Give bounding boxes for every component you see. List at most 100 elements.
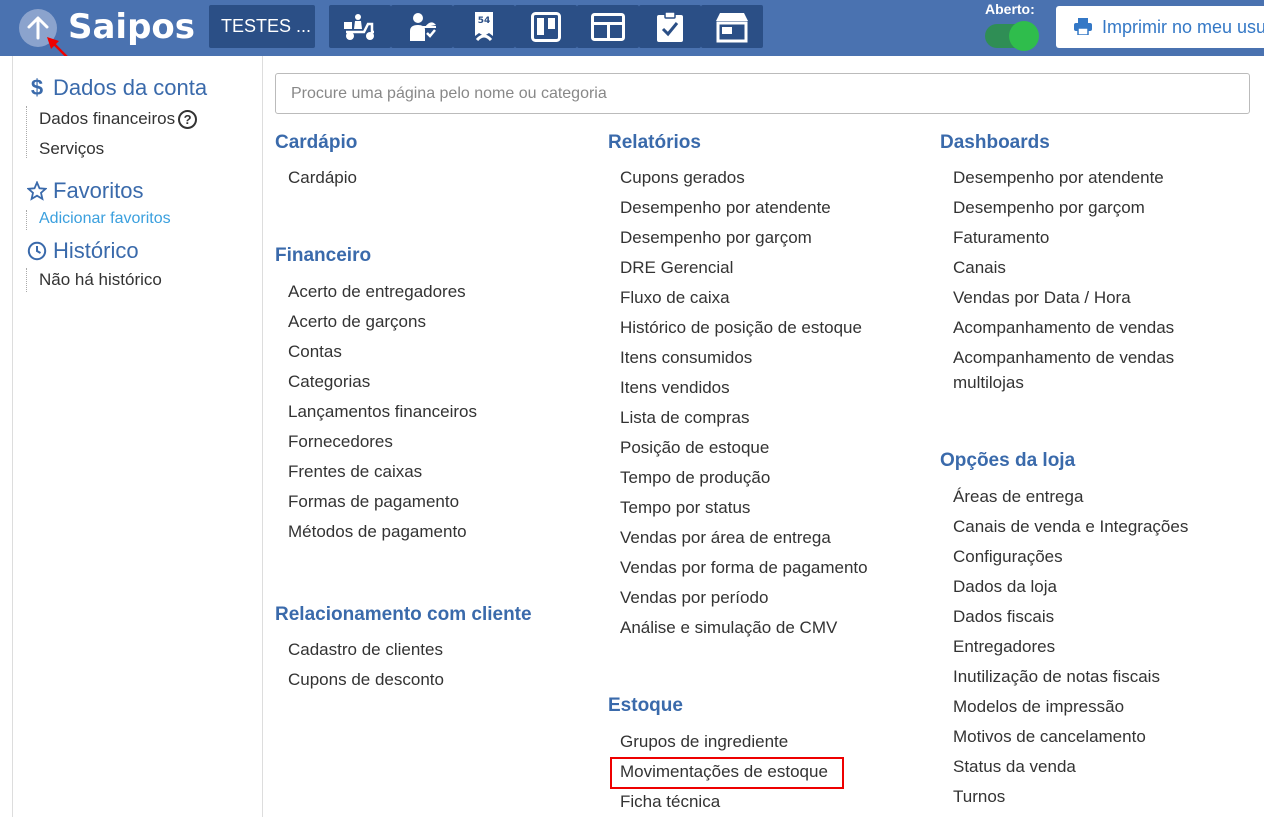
menu-link[interactable]: Cadastro de clientes: [288, 640, 443, 660]
left-panel: $ Dados da conta Dados financeiros? Serv…: [12, 56, 263, 817]
section-title-relacionamento: Relacionamento com cliente: [275, 604, 532, 625]
open-status-label: Aberto:: [985, 1, 1035, 17]
menu-link[interactable]: Canais: [953, 258, 1006, 278]
menu-link[interactable]: Posição de estoque: [620, 438, 769, 458]
store-icon: [716, 12, 748, 42]
dollar-icon: $: [30, 75, 44, 100]
menu-link[interactable]: Categorias: [288, 372, 370, 392]
store-nav-button[interactable]: [701, 5, 763, 48]
menu-link[interactable]: Cardápio: [288, 168, 357, 188]
menu-link[interactable]: Grupos de ingrediente: [620, 732, 788, 752]
favorites-section-title: Favoritos: [27, 178, 143, 204]
menu-link[interactable]: Desempenho por atendente: [620, 198, 831, 218]
menu-link[interactable]: Contas: [288, 342, 342, 362]
checklist-nav-button[interactable]: [639, 5, 701, 48]
delivery-icon: [344, 13, 374, 40]
menu-link[interactable]: Áreas de entrega: [953, 487, 1083, 507]
orders-nav-button[interactable]: 54: [453, 5, 515, 48]
waiter-nav-button[interactable]: [391, 5, 453, 48]
menu-link[interactable]: Acompanhamento de vendas: [953, 318, 1174, 338]
menu-link[interactable]: Formas de pagamento: [288, 492, 459, 512]
menu-link[interactable]: Histórico de posição de estoque: [620, 318, 862, 338]
divider: [26, 210, 27, 230]
menu-link[interactable]: Lançamentos financeiros: [288, 402, 477, 422]
printer-icon: [1074, 18, 1092, 35]
store-selector-button[interactable]: TESTES ...: [209, 5, 315, 48]
menu-link[interactable]: Ficha técnica: [620, 792, 720, 812]
section-title-estoque: Estoque: [608, 695, 683, 716]
section-title-cardapio: Cardápio: [275, 132, 358, 153]
history-section-title: Histórico: [27, 238, 139, 264]
receipt-icon: 54: [475, 11, 493, 41]
menu-link[interactable]: Entregadores: [953, 637, 1055, 657]
menu-link[interactable]: Vendas por período: [620, 588, 768, 608]
menu-link[interactable]: Tempo de produção: [620, 468, 770, 488]
menu-link[interactable]: Lista de compras: [620, 408, 749, 428]
saipos-logo[interactable]: Saipos: [68, 6, 195, 48]
open-status-toggle[interactable]: [985, 21, 1039, 51]
waiter-icon: [410, 12, 436, 41]
menu-link[interactable]: Desempenho por garçom: [620, 228, 812, 248]
background-page-edge: [1260, 56, 1264, 817]
menu-link[interactable]: Frentes de caixas: [288, 462, 422, 482]
kanban-nav-button[interactable]: [515, 5, 577, 48]
menu-link[interactable]: Itens vendidos: [620, 378, 730, 398]
menu-link[interactable]: Fluxo de caixa: [620, 288, 730, 308]
section-title-relatorios: Relatórios: [608, 132, 701, 153]
toggle-knob: [1009, 21, 1039, 51]
checklist-icon: [657, 10, 683, 42]
menu-link[interactable]: Itens consumidos: [620, 348, 752, 368]
account-section-title: $ Dados da conta: [27, 75, 207, 101]
menu-link[interactable]: Inutilização de notas fiscais: [953, 667, 1160, 687]
menu-link[interactable]: Cupons gerados: [620, 168, 745, 188]
page-search-input[interactable]: [275, 73, 1250, 114]
star-icon: [27, 181, 47, 201]
menu-link[interactable]: Fornecedores: [288, 432, 393, 452]
menu-link[interactable]: Dados fiscais: [953, 607, 1054, 627]
menu-link[interactable]: Acompanhamento de vendas multilojas: [953, 345, 1203, 395]
menu-link[interactable]: Modelos de impressão: [953, 697, 1124, 717]
print-button-label: Imprimir no meu usuário: [1102, 17, 1264, 37]
menu-link[interactable]: Desempenho por atendente: [953, 168, 1164, 188]
services-link[interactable]: Serviços: [39, 139, 104, 159]
account-title-text: Dados da conta: [53, 75, 208, 100]
history-title-text: Histórico: [53, 238, 139, 263]
kanban-icon: [531, 11, 561, 42]
section-title-opcoes-loja: Opções da loja: [940, 450, 1076, 471]
display-nav-button[interactable]: [577, 5, 639, 48]
menu-link[interactable]: Vendas por área de entrega: [620, 528, 831, 548]
delivery-nav-button[interactable]: [329, 5, 391, 48]
menu-link[interactable]: DRE Gerencial: [620, 258, 733, 278]
menu-link[interactable]: Dados da loja: [953, 577, 1057, 597]
svg-text:54: 54: [478, 16, 491, 26]
print-button[interactable]: Imprimir no meu usuário: [1056, 6, 1264, 48]
menu-link[interactable]: Vendas por Data / Hora: [953, 288, 1131, 308]
menu-link[interactable]: Canais de venda e Integrações: [953, 517, 1188, 537]
financial-data-link[interactable]: Dados financeiros?: [39, 109, 198, 130]
menu-link[interactable]: Análise e simulação de CMV: [620, 618, 837, 638]
menu-link[interactable]: Tempo por status: [620, 498, 750, 518]
menu-link[interactable]: Acerto de garçons: [288, 312, 426, 332]
menu-link[interactable]: Faturamento: [953, 228, 1049, 248]
history-empty-text: Não há histórico: [39, 270, 162, 289]
help-icon[interactable]: ?: [178, 110, 198, 130]
menu-link[interactable]: Desempenho por garçom: [953, 198, 1145, 218]
menu-link[interactable]: Status da venda: [953, 757, 1076, 777]
menu-link[interactable]: Acerto de entregadores: [288, 282, 466, 302]
favorites-title-text: Favoritos: [53, 178, 144, 203]
menu-link[interactable]: Configurações: [953, 547, 1063, 567]
section-title-dashboards: Dashboards: [940, 132, 1050, 153]
top-bar: Saipos TESTES ... 54 Aberto: Imprimir no…: [0, 0, 1264, 56]
divider: [26, 106, 27, 158]
menu-link[interactable]: Cupons de desconto: [288, 670, 444, 690]
financial-data-label: Dados financeiros: [39, 109, 176, 128]
divider: [26, 268, 27, 292]
clock-icon: [27, 241, 47, 261]
display-icon: [591, 12, 625, 41]
menu-link[interactable]: Métodos de pagamento: [288, 522, 467, 542]
menu-link[interactable]: Vendas por forma de pagamento: [620, 558, 868, 578]
menu-link[interactable]: Motivos de cancelamento: [953, 727, 1146, 747]
add-favorites-link[interactable]: Adicionar favoritos: [39, 210, 171, 228]
menu-link[interactable]: Turnos: [953, 787, 1005, 807]
section-title-financeiro: Financeiro: [275, 245, 372, 266]
